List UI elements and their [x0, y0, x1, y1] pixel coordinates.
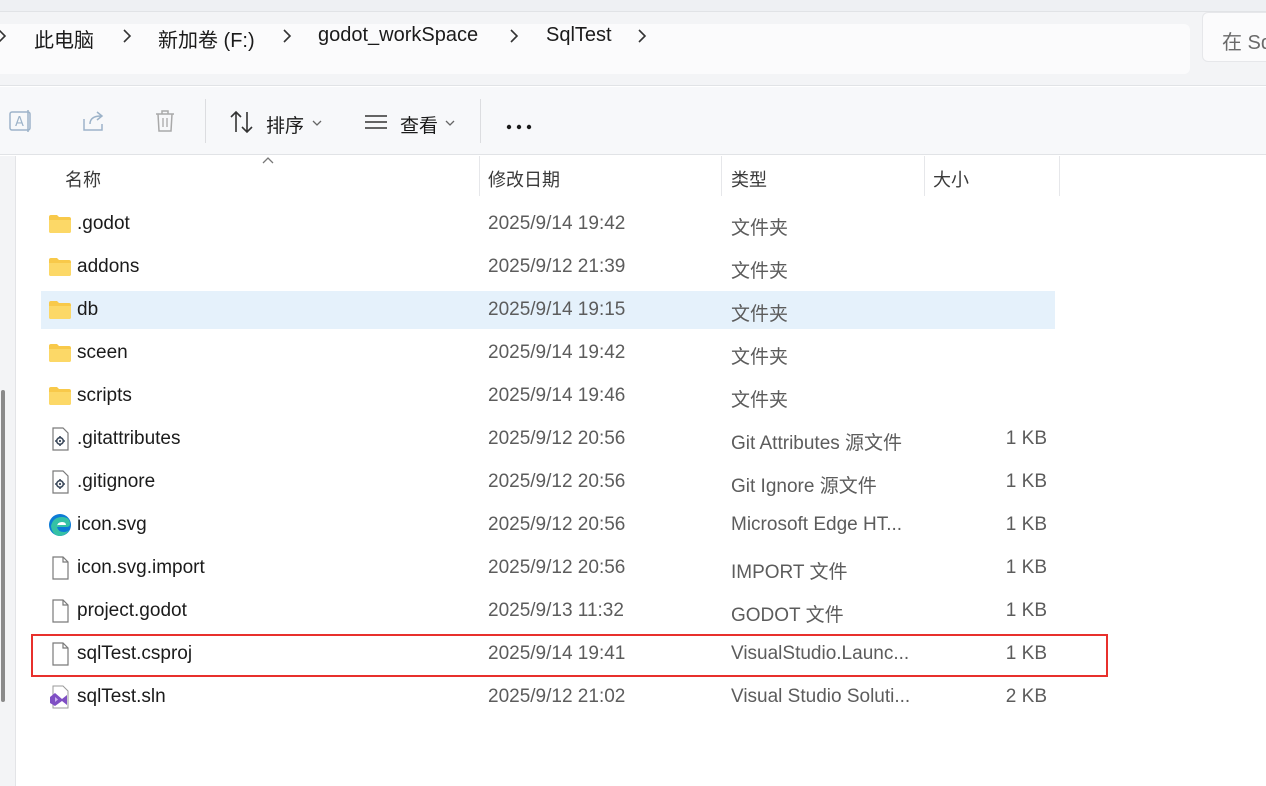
file-row-gitignore[interactable]: .gitignore 2025/9/12 20:56 Git Ignore 源文件 1… [41, 463, 1055, 501]
file-date: 2025/9/14 19:42 [488, 213, 626, 234]
file-row-sceen[interactable]: sceen 2025/9/14 19:42 文件夹 [41, 334, 1055, 372]
chevron-right-icon[interactable] [505, 27, 523, 45]
column-divider[interactable] [721, 156, 722, 196]
file-type: Microsoft Edge HT... [731, 514, 903, 535]
sort-icon[interactable] [228, 108, 256, 136]
file-name: scripts [77, 385, 132, 406]
file-name: addons [77, 256, 140, 277]
sort-button[interactable]: 排序 [266, 111, 304, 138]
file-row-gitattributes[interactable]: .gitattributes 2025/9/12 20:56 Git Attribu… [41, 420, 1055, 458]
file-type: Git Attributes 源文件 [731, 433, 903, 454]
column-divider[interactable] [924, 156, 925, 196]
file-type: 文件夹 [731, 218, 789, 239]
column-divider[interactable] [479, 156, 480, 196]
more-options-icon[interactable] [506, 118, 532, 130]
breadcrumb-item-this-pc[interactable]: 此电脑 [34, 24, 94, 53]
view-icon[interactable] [362, 108, 390, 136]
svg-text:A: A [15, 115, 24, 130]
file-size: 1 KB [1005, 471, 1047, 492]
file-date: 2025/9/12 20:56 [488, 428, 626, 449]
file-row-icon-svg[interactable]: icon.svg 2025/9/12 20:56 Microsoft Edge HT… [41, 506, 1055, 544]
file-date: 2025/9/12 20:56 [488, 557, 626, 578]
file-name: project.godot [77, 600, 187, 621]
window-top-strip [0, 0, 1266, 12]
file-type: 文件夹 [731, 347, 789, 368]
toolbar-divider [205, 99, 206, 143]
column-header-date[interactable]: 修改日期 [488, 166, 560, 192]
chevron-right-icon[interactable] [633, 27, 651, 45]
column-header-name[interactable]: 名称 [65, 166, 101, 192]
folder-icon [47, 211, 73, 237]
file-row-addons[interactable]: addons 2025/9/12 21:39 文件夹 [41, 248, 1055, 286]
file-date: 2025/9/12 21:39 [488, 256, 626, 277]
file-size: 1 KB [1005, 600, 1047, 621]
edge-icon [47, 512, 73, 538]
config-file-icon [47, 469, 73, 495]
file-type: Visual Studio Soluti... [731, 686, 911, 707]
column-divider[interactable] [1059, 156, 1060, 196]
file-size: 2 KB [1005, 686, 1047, 707]
breadcrumb-item-workspace[interactable]: godot_workSpace [318, 24, 478, 47]
file-name: .gitattributes [77, 428, 181, 449]
breadcrumb-item-drive[interactable]: 新加卷 (F:) [158, 24, 255, 53]
toolbar-divider [480, 99, 481, 143]
scrollbar-thumb[interactable] [1, 390, 5, 702]
column-header-size[interactable]: 大小 [933, 166, 969, 192]
file-date: 2025/9/14 19:42 [488, 342, 626, 363]
file-date: 2025/9/13 11:32 [488, 600, 624, 621]
delete-icon[interactable] [151, 107, 179, 135]
file-date: 2025/9/14 19:46 [488, 385, 626, 406]
file-type: IMPORT 文件 [731, 562, 848, 583]
visual-studio-icon [47, 684, 73, 710]
chevron-down-icon[interactable] [444, 116, 456, 128]
breadcrumb-item-sqltest[interactable]: SqlTest [546, 24, 612, 47]
file-icon [47, 598, 73, 624]
file-row-scripts[interactable]: scripts 2025/9/14 19:46 文件夹 [41, 377, 1055, 415]
share-icon[interactable] [80, 107, 108, 135]
file-name: sceen [77, 342, 128, 363]
file-date: 2025/9/12 20:56 [488, 514, 626, 535]
file-row-db[interactable]: db 2025/9/14 19:15 文件夹 [41, 291, 1055, 329]
folder-icon [47, 297, 73, 323]
file-name: .godot [77, 213, 130, 234]
config-file-icon [47, 426, 73, 452]
file-row-project-godot[interactable]: project.godot 2025/9/13 11:32 GODOT 文件 1 KB [41, 592, 1055, 630]
column-header-type[interactable]: 类型 [731, 166, 767, 192]
folder-icon [47, 383, 73, 409]
file-date: 2025/9/12 20:56 [488, 471, 626, 492]
command-bar [0, 87, 1266, 155]
search-placeholder: 在 Sq [1222, 32, 1266, 54]
chevron-right-icon[interactable] [0, 27, 11, 45]
file-name: icon.svg [77, 514, 147, 535]
file-date: 2025/9/14 19:15 [488, 299, 626, 320]
file-row-sqltest-sln[interactable]: sqlTest.sln 2025/9/12 21:02 Visual Studio … [41, 678, 1055, 716]
file-type: 文件夹 [731, 304, 789, 325]
file-size: 1 KB [1005, 514, 1047, 535]
file-type: 文件夹 [731, 261, 789, 282]
file-icon [47, 555, 73, 581]
file-name: sqlTest.sln [77, 686, 166, 707]
navigation-pane-edge [0, 156, 16, 786]
chevron-down-icon[interactable] [311, 116, 323, 128]
file-row-icon-svg-import[interactable]: icon.svg.import 2025/9/12 20:56 IMPORT 文件 1… [41, 549, 1055, 587]
folder-icon [47, 254, 73, 280]
view-button[interactable]: 查看 [400, 111, 438, 138]
file-type: GODOT 文件 [731, 605, 844, 626]
file-name: icon.svg.import [77, 557, 205, 578]
file-name: .gitignore [77, 471, 156, 492]
rename-icon[interactable]: A [7, 107, 35, 135]
file-type: Git Ignore 源文件 [731, 476, 877, 497]
chevron-right-icon[interactable] [278, 27, 296, 45]
file-size: 1 KB [1005, 428, 1047, 449]
file-type: 文件夹 [731, 390, 789, 411]
file-row-godot[interactable]: .godot 2025/9/14 19:42 文件夹 [41, 205, 1055, 243]
file-date: 2025/9/12 21:02 [488, 686, 626, 707]
folder-icon [47, 340, 73, 366]
chevron-right-icon[interactable] [118, 27, 136, 45]
file-size: 1 KB [1005, 557, 1047, 578]
column-header-row: 名称 修改日期 类型 大小 [0, 156, 1060, 196]
file-name: db [77, 299, 99, 320]
highlight-box [31, 634, 1108, 677]
